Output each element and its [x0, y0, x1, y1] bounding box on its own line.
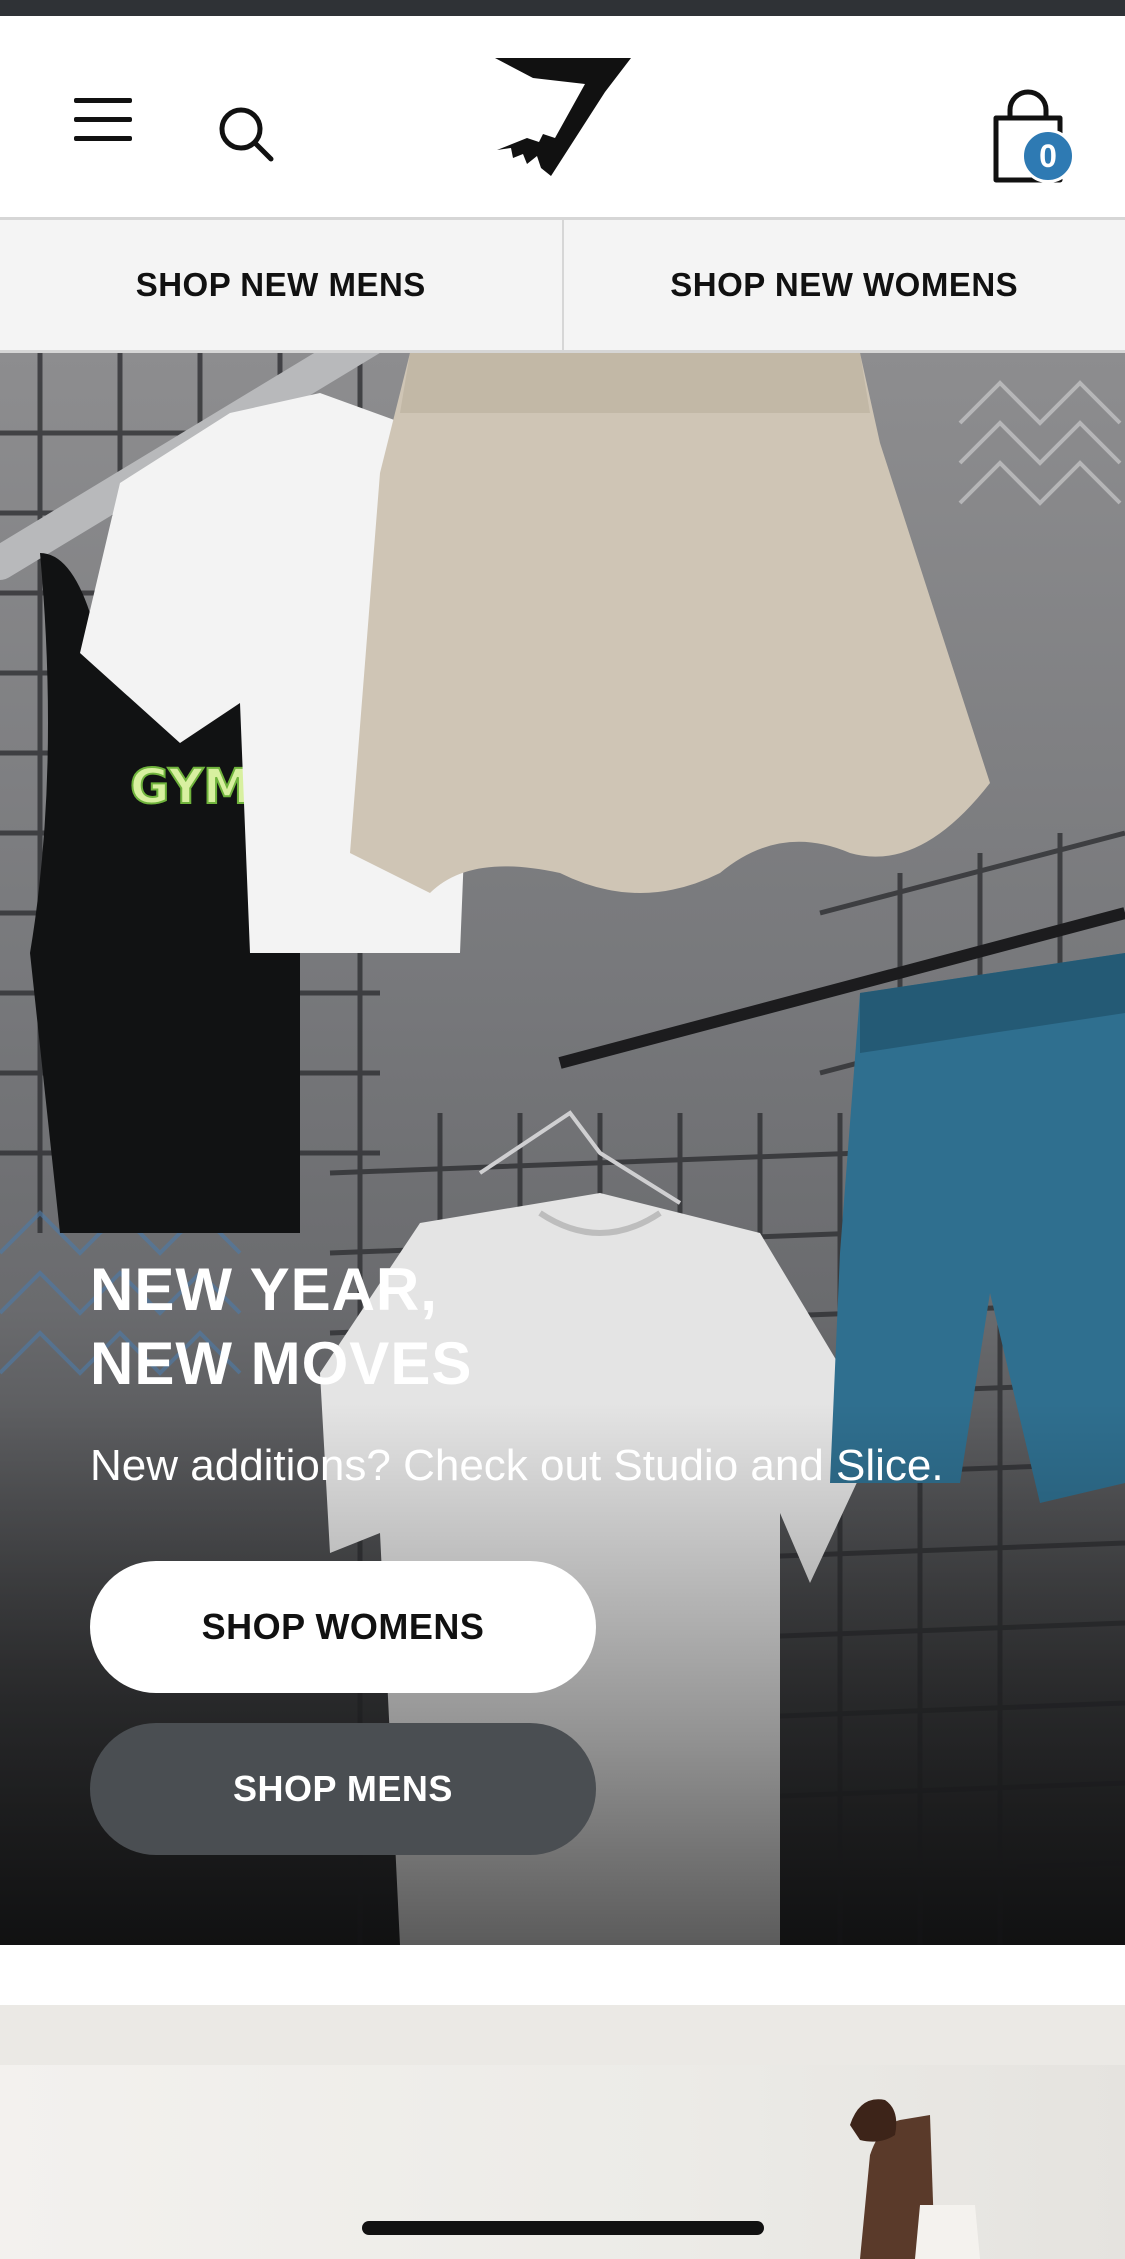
- home-indicator: [362, 2221, 764, 2235]
- shop-womens-button[interactable]: SHOP WOMENS: [90, 1561, 596, 1693]
- shop-mens-button[interactable]: SHOP MENS: [90, 1723, 596, 1855]
- hamburger-menu-icon[interactable]: [74, 98, 132, 142]
- shop-new-mens-link[interactable]: SHOP NEW MENS: [0, 220, 562, 350]
- cart-count-badge[interactable]: 0: [1021, 129, 1075, 183]
- hero-title: NEW YEAR, NEW MOVES: [90, 1253, 472, 1401]
- hero-title-line2: NEW MOVES: [90, 1330, 473, 1397]
- brand-logo[interactable]: [493, 56, 631, 180]
- hero-banner: GYMSH NEW YEAR, NEW MOVES New additions?…: [0, 353, 1125, 1945]
- shop-new-nav: SHOP NEW MENS SHOP NEW WOMENS: [0, 220, 1125, 353]
- status-bar: [0, 0, 1125, 16]
- search-icon[interactable]: [216, 104, 276, 164]
- site-header: 0: [0, 16, 1125, 220]
- hero-title-line1: NEW YEAR,: [90, 1256, 438, 1323]
- hero-subtitle: New additions? Check out Studio and Slic…: [90, 1441, 944, 1490]
- shop-new-womens-link[interactable]: SHOP NEW WOMENS: [561, 220, 1125, 350]
